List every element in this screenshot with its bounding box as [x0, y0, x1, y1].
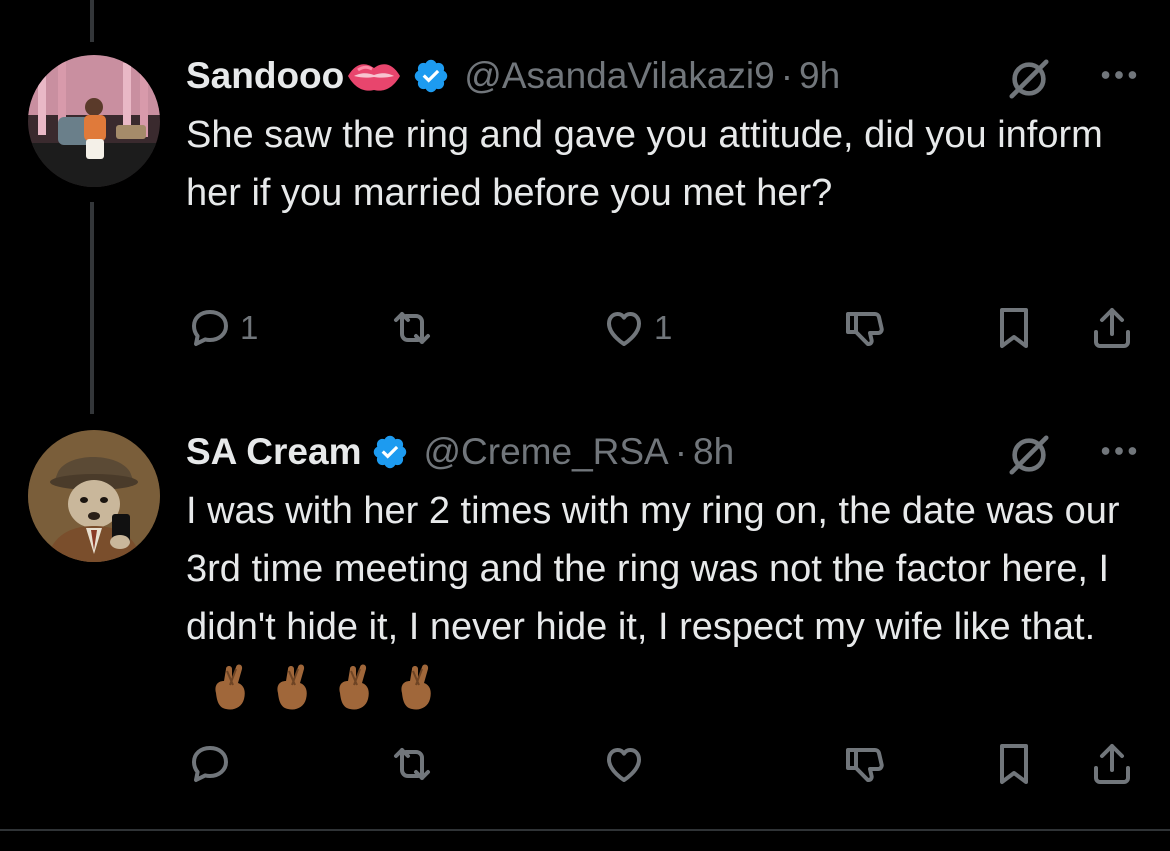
downvote-button[interactable]	[842, 298, 890, 358]
handle[interactable]: @Creme_RSA	[423, 431, 668, 473]
separator-dot: ·	[674, 431, 688, 472]
bookmark-button[interactable]	[990, 734, 1038, 794]
downvote-icon	[846, 748, 884, 782]
tweet[interactable]: Sandooo @AsandaVilakazi9 · 9h She saw th…	[0, 0, 1170, 400]
tweet-text: She saw the ring and gave you attitude, …	[186, 114, 1103, 214]
grok-icon[interactable]	[1006, 432, 1052, 478]
display-name[interactable]: SA Cream	[186, 431, 361, 473]
action-bar: 1 1	[0, 298, 1170, 358]
bookmark-icon	[1000, 308, 1028, 348]
reply-icon	[192, 746, 228, 782]
like-button[interactable]	[600, 734, 654, 794]
repost-icon	[394, 748, 430, 780]
reply-count: 1	[240, 309, 259, 346]
reply-button[interactable]	[186, 734, 240, 794]
reply-button[interactable]: 1	[186, 298, 258, 358]
action-bar	[0, 734, 1170, 794]
like-button[interactable]: 1	[600, 298, 672, 358]
share-icon	[1094, 308, 1130, 348]
like-icon	[607, 748, 641, 782]
avatar[interactable]	[28, 430, 160, 562]
repost-button[interactable]	[388, 298, 442, 358]
separator-dot: ·	[780, 55, 794, 96]
like-count: 1	[654, 309, 673, 346]
timestamp[interactable]: 8h	[693, 431, 734, 473]
tweet-text-content: I was with her 2 times with my ring on, …	[186, 490, 1120, 648]
repost-icon	[394, 312, 430, 344]
more-icon[interactable]	[1096, 52, 1142, 98]
downvote-button[interactable]	[842, 734, 890, 794]
share-button[interactable]	[1088, 298, 1136, 358]
grok-icon[interactable]	[1006, 56, 1052, 102]
bookmark-icon	[1000, 744, 1028, 784]
downvote-icon	[846, 312, 884, 346]
tweet-header: SA Cream @Creme_RSA · 8h	[186, 428, 734, 476]
lips-emoji	[346, 56, 402, 96]
tweet[interactable]: SA Cream @Creme_RSA · 8h I was with her …	[0, 410, 1170, 829]
handle[interactable]: @AsandaVilakazi9	[464, 55, 774, 97]
verified-badge-icon	[374, 435, 407, 469]
crossed-fingers-emoji	[277, 664, 307, 710]
crossed-fingers-emoji	[401, 664, 431, 710]
timestamp[interactable]: 9h	[799, 55, 840, 97]
more-icon[interactable]	[1096, 428, 1142, 474]
crossed-fingers-emoji	[339, 664, 369, 710]
divider	[0, 829, 1170, 831]
like-icon	[607, 312, 641, 346]
crossed-fingers-emoji-group	[208, 663, 436, 711]
share-icon	[1094, 744, 1130, 784]
tweet-header: Sandooo @AsandaVilakazi9 · 9h	[186, 52, 840, 100]
avatar[interactable]	[28, 55, 160, 187]
share-button[interactable]	[1088, 734, 1136, 794]
tweet-text: I was with her 2 times with my ring on, …	[186, 482, 1136, 714]
repost-button[interactable]	[388, 734, 442, 794]
reply-icon	[192, 310, 228, 346]
verified-badge-icon	[415, 59, 448, 93]
bookmark-button[interactable]	[990, 298, 1038, 358]
crossed-fingers-emoji	[215, 664, 245, 710]
display-name[interactable]: Sandooo	[186, 55, 344, 97]
